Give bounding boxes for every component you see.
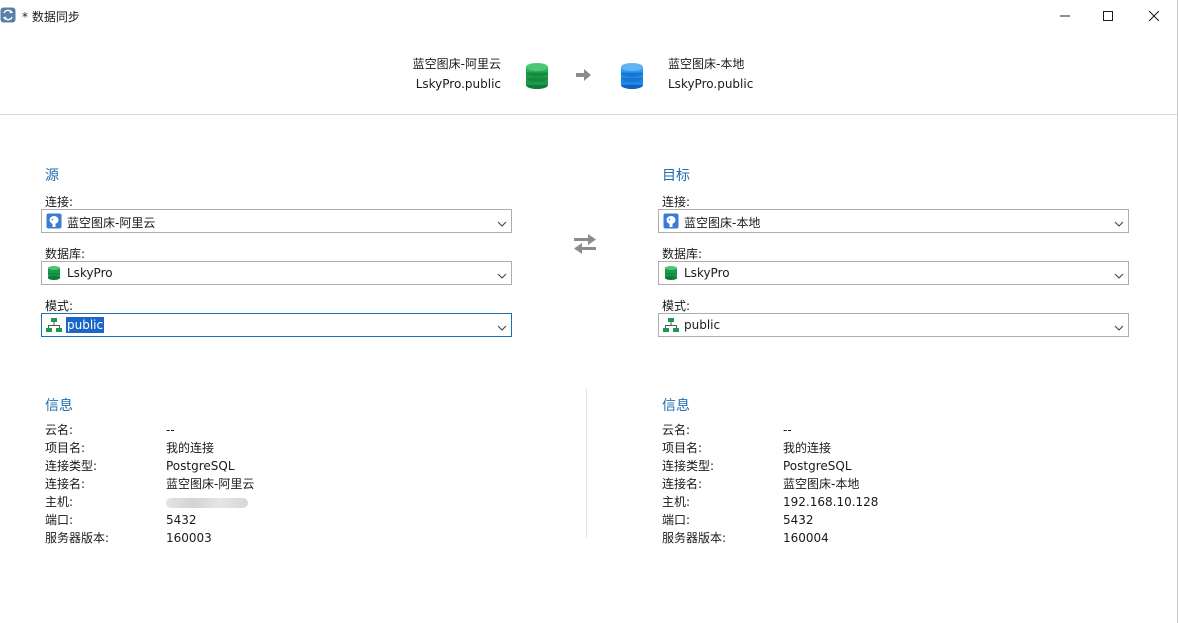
source-info-label: 项目名: — [45, 441, 86, 455]
source-info-value: PostgreSQL — [166, 459, 235, 473]
postgresql-elephant-icon — [663, 213, 679, 229]
schema-icon — [46, 317, 62, 333]
target-info-value: 我的连接 — [783, 441, 832, 455]
source-connection-select[interactable]: 蓝空图床-阿里云 — [41, 209, 512, 233]
chevron-down-icon — [497, 217, 507, 231]
swap-button[interactable] — [572, 232, 598, 259]
target-database-value: LskyPro — [684, 266, 730, 280]
target-database-select[interactable]: LskyPro — [658, 261, 1129, 285]
banner-source: 蓝空图床-阿里云 LskyPro.public — [413, 54, 501, 94]
target-connection-label: 连接: — [662, 195, 691, 209]
database-icon — [663, 265, 679, 281]
minimize-button[interactable] — [1042, 0, 1088, 32]
chevron-down-icon — [1114, 321, 1124, 335]
source-info-value: 5432 — [166, 513, 197, 527]
source-info-value: 蓝空图床-阿里云 — [166, 477, 255, 491]
arrow-right-icon — [575, 68, 593, 85]
source-database-value: LskyPro — [67, 266, 113, 280]
banner-source-schema: LskyPro.public — [415, 77, 501, 91]
target-info-value: PostgreSQL — [783, 459, 852, 473]
target-schema-select[interactable]: public — [658, 313, 1129, 337]
source-info-value: -- — [166, 423, 175, 437]
maximize-button[interactable] — [1085, 0, 1131, 32]
title-bar[interactable]: * 数据同步 — [0, 0, 1178, 32]
target-schema-label: 模式: — [662, 299, 691, 313]
data-sync-window: * 数据同步 蓝空图床-阿里云 LskyPro.public 蓝空图床-本地 L… — [0, 0, 1178, 623]
target-database-label: 数据库: — [662, 247, 703, 261]
target-info-label: 连接名: — [662, 477, 703, 491]
target-info-value: 192.168.10.128 — [783, 495, 879, 509]
minimize-icon — [1060, 15, 1070, 17]
banner-target: 蓝空图床-本地 LskyPro.public — [668, 54, 753, 94]
source-info-title: 信息 — [45, 398, 73, 414]
chevron-down-icon — [497, 321, 507, 335]
window-title: * 数据同步 — [22, 10, 80, 24]
database-icon — [46, 265, 62, 281]
target-info-value: 5432 — [783, 513, 814, 527]
target-info-label: 项目名: — [662, 441, 703, 455]
target-info-value: 蓝空图床-本地 — [783, 477, 860, 491]
source-database-select[interactable]: LskyPro — [41, 261, 512, 285]
source-info-label: 云名: — [45, 423, 74, 437]
source-section-title: 源 — [45, 168, 59, 184]
source-info-label: 服务器版本: — [45, 531, 110, 545]
chevron-down-icon — [1114, 217, 1124, 231]
source-connection-label: 连接: — [45, 195, 74, 209]
info-divider — [586, 388, 587, 538]
target-info-value: -- — [783, 423, 792, 437]
banner-target-connection: 蓝空图床-本地 — [668, 57, 745, 71]
target-info-label: 连接类型: — [662, 459, 715, 473]
banner-source-connection: 蓝空图床-阿里云 — [412, 57, 501, 71]
chevron-down-icon — [497, 269, 507, 283]
target-info-label: 服务器版本: — [662, 531, 727, 545]
target-info-label: 端口: — [662, 513, 691, 527]
schema-icon — [663, 317, 679, 333]
target-info-value: 160004 — [783, 531, 829, 545]
source-database-label: 数据库: — [45, 247, 86, 261]
source-connection-value: 蓝空图床-阿里云 — [67, 216, 156, 230]
data-sync-icon — [0, 7, 16, 23]
sync-summary-banner: 蓝空图床-阿里云 LskyPro.public 蓝空图床-本地 LskyPro.… — [0, 32, 1177, 115]
target-info-label: 主机: — [662, 495, 691, 509]
target-info-title: 信息 — [662, 398, 690, 414]
source-info-value: 160003 — [166, 531, 212, 545]
source-info-value: 我的连接 — [166, 441, 215, 455]
maximize-icon — [1103, 11, 1113, 21]
chevron-down-icon — [1114, 269, 1124, 283]
redacted-host-value — [166, 498, 248, 508]
source-database-icon — [525, 62, 549, 90]
target-info-label: 云名: — [662, 423, 691, 437]
source-info-label: 连接类型: — [45, 459, 98, 473]
target-connection-value: 蓝空图床-本地 — [684, 216, 761, 230]
swap-icon — [574, 234, 596, 254]
target-schema-value: public — [684, 318, 721, 332]
source-schema-label: 模式: — [45, 299, 74, 313]
close-icon — [1149, 11, 1159, 21]
source-info-label: 端口: — [45, 513, 74, 527]
source-schema-value: public — [66, 317, 105, 333]
close-button[interactable] — [1131, 0, 1177, 32]
target-section-title: 目标 — [662, 168, 690, 184]
source-info-label: 主机: — [45, 495, 74, 509]
banner-target-schema: LskyPro.public — [668, 77, 754, 91]
postgresql-elephant-icon — [46, 213, 62, 229]
source-info-label: 连接名: — [45, 477, 86, 491]
target-database-icon — [620, 62, 644, 90]
target-connection-select[interactable]: 蓝空图床-本地 — [658, 209, 1129, 233]
source-schema-select[interactable]: public — [41, 313, 512, 337]
